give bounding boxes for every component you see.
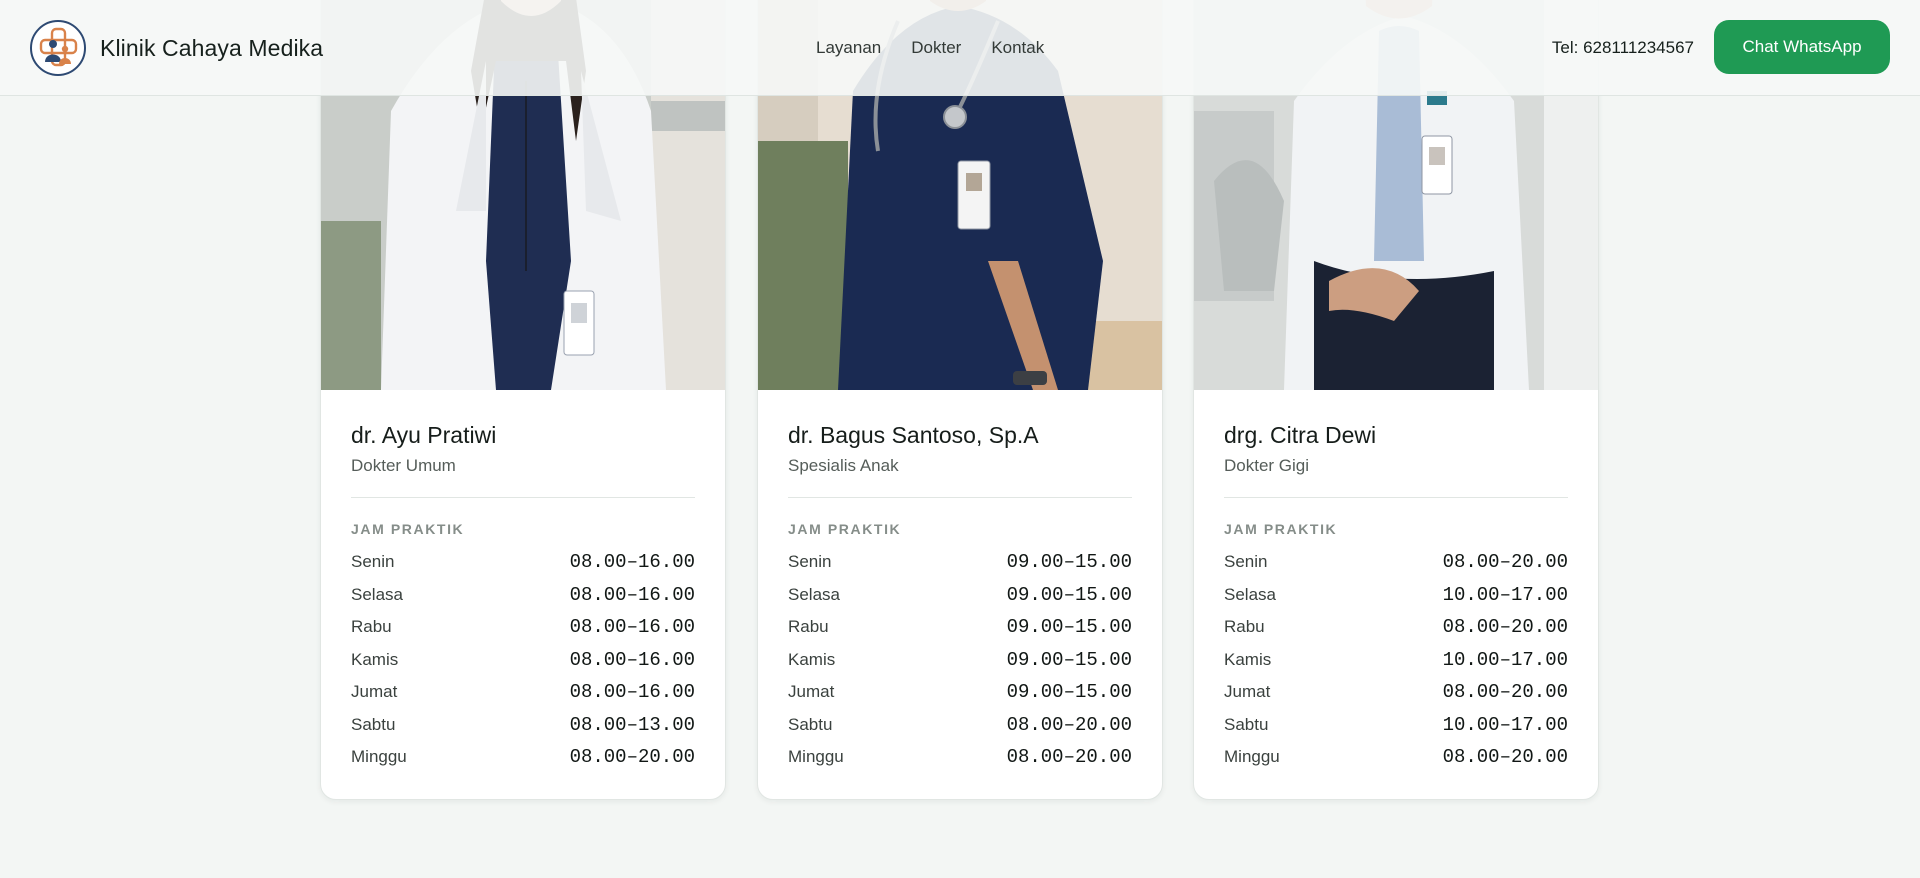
schedule-day: Jumat xyxy=(351,682,398,702)
schedule-day: Rabu xyxy=(351,617,392,637)
schedule-time: 09.00–15.00 xyxy=(1006,551,1132,574)
doctor-specialty: Dokter Umum xyxy=(351,456,456,475)
schedule-list: Senin 08.00–16.00 Selasa 08.00–16.00 Rabu 0… xyxy=(351,546,695,774)
doctor-specialty: Dokter Gigi xyxy=(1224,456,1310,475)
schedule-row: Jumat 09.00–15.00 xyxy=(788,676,1132,709)
chat-whatsapp-button[interactable]: Chat WhatsApp xyxy=(1714,20,1890,74)
schedule-row: Sabtu 08.00–13.00 xyxy=(351,709,695,742)
schedule-day: Minggu xyxy=(788,747,844,767)
schedule-time: 08.00–16.00 xyxy=(569,681,695,704)
main-nav: Layanan Dokter Kontak xyxy=(816,0,1044,96)
brand-name: Klinik Cahaya Medika xyxy=(100,34,324,61)
schedule-time: 08.00–20.00 xyxy=(1442,746,1568,769)
schedule-row: Selasa 08.00–16.00 xyxy=(351,579,695,612)
schedule-row: Senin 08.00–16.00 xyxy=(351,546,695,579)
schedule-time: 08.00–16.00 xyxy=(569,616,695,639)
schedule-day: Kamis xyxy=(351,649,399,669)
schedule-row: Kamis 08.00–16.00 xyxy=(351,644,695,677)
schedule-day: Kamis xyxy=(788,649,836,669)
schedule-row: Sabtu 08.00–20.00 xyxy=(788,709,1132,742)
schedule-time: 10.00–17.00 xyxy=(1442,713,1568,736)
schedule-day: Sabtu xyxy=(788,714,833,734)
doctor-card: drg. Citra Dewi Dokter Gigi JAM PRAKTIK … xyxy=(1193,0,1599,800)
schedule-title: JAM PRAKTIK xyxy=(788,521,902,537)
schedule-row: Senin 09.00–15.00 xyxy=(788,546,1132,579)
clinic-logo-icon xyxy=(30,20,86,76)
schedule-day: Sabtu xyxy=(351,714,396,734)
schedule-row: Rabu 08.00–20.00 xyxy=(1224,611,1568,644)
schedule-time: 09.00–15.00 xyxy=(1006,648,1132,671)
doctor-specialty: Spesialis Anak xyxy=(788,456,899,475)
schedule-time: 08.00–16.00 xyxy=(569,583,695,606)
schedule-row: Senin 08.00–20.00 xyxy=(1224,546,1568,579)
schedule-day: Senin xyxy=(1224,552,1268,572)
divider xyxy=(351,497,695,498)
divider xyxy=(788,497,1132,498)
schedule-time: 08.00–20.00 xyxy=(1006,713,1132,736)
schedule-time: 10.00–17.00 xyxy=(1442,648,1568,671)
schedule-day: Senin xyxy=(351,552,395,572)
schedule-day: Selasa xyxy=(351,584,403,604)
doctor-cards: dr. Ayu Pratiwi Dokter Umum JAM PRAKTIK … xyxy=(320,0,1600,800)
schedule-day: Jumat xyxy=(1224,682,1271,702)
doctor-info: drg. Citra Dewi Dokter Gigi JAM PRAKTIK … xyxy=(1224,421,1568,774)
schedule-time: 10.00–17.00 xyxy=(1442,583,1568,606)
schedule-day: Rabu xyxy=(788,617,829,637)
doctor-card: dr. Bagus Santoso, Sp.A Spesialis Anak J… xyxy=(757,0,1163,800)
brand[interactable]: Klinik Cahaya Medika xyxy=(30,20,323,76)
nav-link-kontak[interactable]: Kontak xyxy=(991,38,1044,58)
schedule-time: 08.00–20.00 xyxy=(1442,681,1568,704)
schedule-day: Senin xyxy=(788,552,832,572)
doctor-info: dr. Bagus Santoso, Sp.A Spesialis Anak J… xyxy=(788,421,1132,774)
schedule-title: JAM PRAKTIK xyxy=(1224,521,1338,537)
schedule-time: 08.00–20.00 xyxy=(1442,616,1568,639)
schedule-row: Jumat 08.00–16.00 xyxy=(351,676,695,709)
schedule-list: Senin 08.00–20.00 Selasa 10.00–17.00 Rabu 0… xyxy=(1224,546,1568,774)
schedule-day: Selasa xyxy=(1224,584,1276,604)
schedule-day: Minggu xyxy=(1224,747,1280,767)
schedule-time: 08.00–20.00 xyxy=(1442,551,1568,574)
schedule-time: 09.00–15.00 xyxy=(1006,583,1132,606)
divider xyxy=(1224,497,1568,498)
schedule-time: 08.00–20.00 xyxy=(1006,746,1132,769)
site-header: Klinik Cahaya Medika Layanan Dokter Kont… xyxy=(0,0,1920,96)
schedule-day: Selasa xyxy=(788,584,840,604)
schedule-row: Sabtu 10.00–17.00 xyxy=(1224,709,1568,742)
doctor-name: dr. Ayu Pratiwi xyxy=(351,422,497,448)
schedule-row: Rabu 08.00–16.00 xyxy=(351,611,695,644)
schedule-row: Minggu 08.00–20.00 xyxy=(351,741,695,774)
nav-link-layanan[interactable]: Layanan xyxy=(816,38,881,58)
schedule-day: Kamis xyxy=(1224,649,1272,669)
doctor-name: dr. Bagus Santoso, Sp.A xyxy=(788,422,1039,448)
schedule-row: Kamis 09.00–15.00 xyxy=(788,644,1132,677)
schedule-time: 08.00–16.00 xyxy=(569,648,695,671)
nav-link-dokter[interactable]: Dokter xyxy=(911,38,961,58)
schedule-day: Sabtu xyxy=(1224,714,1269,734)
doctor-name: drg. Citra Dewi xyxy=(1224,422,1377,448)
schedule-day: Rabu xyxy=(1224,617,1265,637)
schedule-row: Jumat 08.00–20.00 xyxy=(1224,676,1568,709)
schedule-time: 08.00–13.00 xyxy=(569,713,695,736)
schedule-row: Rabu 09.00–15.00 xyxy=(788,611,1132,644)
schedule-row: Minggu 08.00–20.00 xyxy=(788,741,1132,774)
phone-number[interactable]: Tel: 628111234567 xyxy=(1552,38,1694,58)
schedule-row: Minggu 08.00–20.00 xyxy=(1224,741,1568,774)
schedule-row: Selasa 10.00–17.00 xyxy=(1224,579,1568,612)
schedule-time: 09.00–15.00 xyxy=(1006,616,1132,639)
schedule-row: Kamis 10.00–17.00 xyxy=(1224,644,1568,677)
schedule-time: 09.00–15.00 xyxy=(1006,681,1132,704)
doctor-info: dr. Ayu Pratiwi Dokter Umum JAM PRAKTIK … xyxy=(351,421,695,774)
schedule-time: 08.00–16.00 xyxy=(569,551,695,574)
schedule-row: Selasa 09.00–15.00 xyxy=(788,579,1132,612)
schedule-time: 08.00–20.00 xyxy=(569,746,695,769)
schedule-title: JAM PRAKTIK xyxy=(351,521,465,537)
schedule-day: Minggu xyxy=(351,747,407,767)
schedule-day: Jumat xyxy=(788,682,835,702)
doctor-card: dr. Ayu Pratiwi Dokter Umum JAM PRAKTIK … xyxy=(320,0,726,800)
schedule-list: Senin 09.00–15.00 Selasa 09.00–15.00 Rabu 0… xyxy=(788,546,1132,774)
